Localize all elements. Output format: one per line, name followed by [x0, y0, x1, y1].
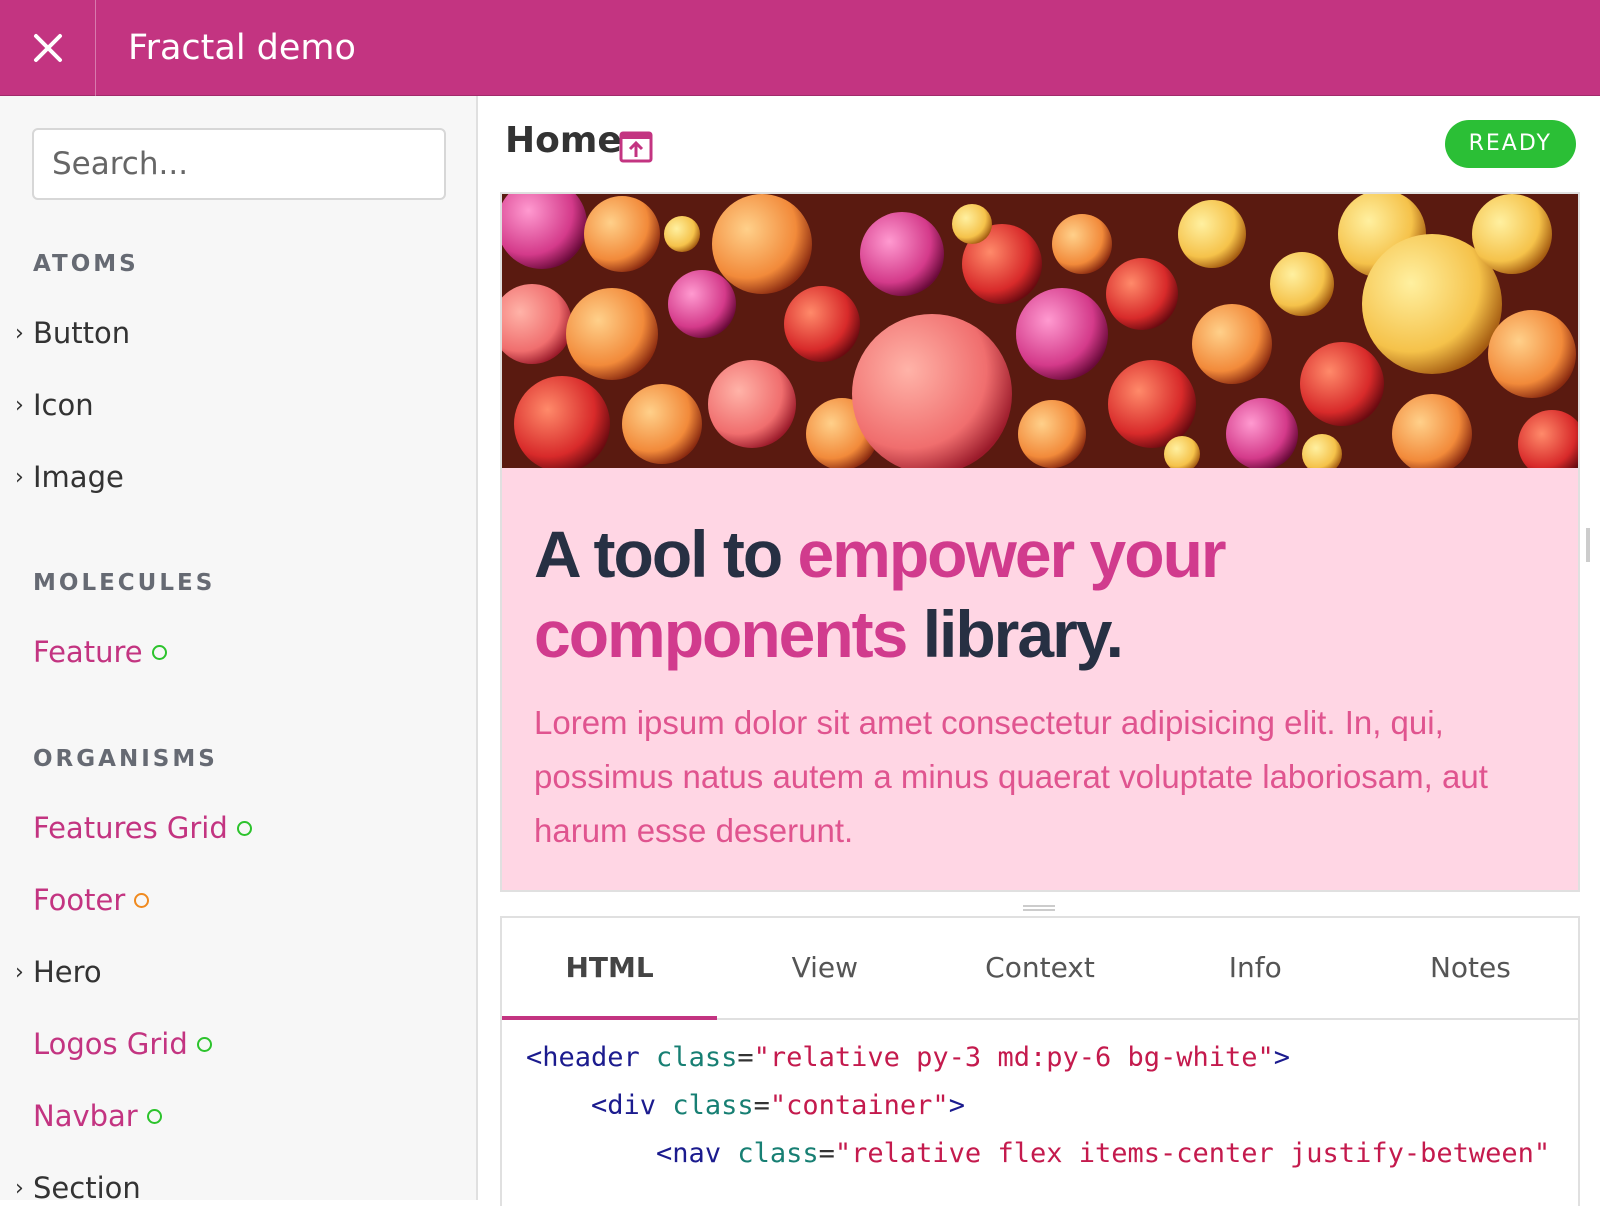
- sidebar-item-label: Icon: [33, 388, 94, 422]
- hero-body-text: Lorem ipsum dolor sit amet consectetur a…: [534, 704, 1488, 849]
- sidebar-item-hero[interactable]: › Hero: [15, 955, 102, 989]
- sidebar: ATOMS › Button › Icon › Image MOLECULES …: [0, 96, 478, 1200]
- close-icon: [33, 34, 62, 62]
- sidebar-item-label: Footer: [33, 883, 126, 917]
- preview-resize-handle[interactable]: [1023, 905, 1055, 911]
- code-line: <header class="relative py-3 md:py-6 bg-…: [526, 1042, 1291, 1073]
- code-view: <header class="relative py-3 md:py-6 bg-…: [526, 1034, 1550, 1178]
- chevron-right-icon: ›: [15, 464, 24, 490]
- chevron-right-icon: ›: [15, 392, 24, 418]
- hero-heading-part2: library.: [906, 597, 1124, 671]
- main-panel: Home READY A tool to empower your compon…: [480, 96, 1600, 1206]
- tab-view[interactable]: View: [717, 918, 932, 1018]
- sidebar-item-label: Button: [33, 316, 131, 350]
- sidebar-item-label: Logos Grid: [33, 1027, 188, 1061]
- sidebar-item-navbar[interactable]: Navbar: [33, 1099, 162, 1133]
- search-input[interactable]: [32, 128, 446, 200]
- status-wip-icon: [134, 892, 150, 908]
- status-ready-icon: [236, 820, 252, 836]
- code-line: <nav class="relative flex items-center j…: [656, 1138, 1551, 1169]
- tab-context[interactable]: Context: [932, 918, 1147, 1018]
- tab-info[interactable]: Info: [1148, 918, 1363, 1018]
- hero-heading-part1: A tool to: [534, 517, 798, 591]
- chevron-right-icon: ›: [15, 320, 24, 346]
- page-title: Home: [505, 120, 622, 161]
- sidebar-item-label: Feature: [33, 635, 143, 669]
- code-line: <div class="container">: [591, 1090, 965, 1121]
- app-title: Fractal demo: [128, 28, 356, 68]
- section-title-atoms: ATOMS: [33, 251, 139, 277]
- sidebar-item-features-grid[interactable]: Features Grid: [33, 811, 252, 845]
- sidebar-item-logos-grid[interactable]: Logos Grid: [33, 1027, 212, 1061]
- status-ready-icon: [196, 1036, 212, 1052]
- status-ready-icon: [151, 644, 167, 660]
- section-title-molecules: MOLECULES: [33, 570, 216, 596]
- open-in-new-window-icon[interactable]: [619, 131, 653, 163]
- status-badge: READY: [1444, 120, 1576, 168]
- hero-image: [502, 194, 1578, 468]
- sidebar-item-icon[interactable]: › Icon: [15, 388, 94, 422]
- sidebar-item-feature[interactable]: Feature: [33, 635, 167, 669]
- sidebar-item-label: Features Grid: [33, 811, 228, 845]
- chevron-right-icon: ›: [15, 959, 24, 985]
- tab-bar: HTML View Context Info Notes: [502, 918, 1578, 1020]
- tab-notes[interactable]: Notes: [1363, 918, 1578, 1018]
- section-title-organisms: ORGANISMS: [33, 746, 218, 772]
- app-header: Fractal demo: [0, 0, 1600, 96]
- chevron-right-icon: ›: [15, 1175, 24, 1201]
- status-ready-icon: [146, 1108, 162, 1124]
- code-panel: HTML View Context Info Notes <header cla…: [500, 916, 1580, 1206]
- preview-width-resize-handle[interactable]: [1586, 528, 1590, 562]
- tab-html[interactable]: HTML: [502, 918, 718, 1020]
- component-preview: A tool to empower your components librar…: [500, 192, 1580, 892]
- sidebar-item-button[interactable]: › Button: [15, 316, 131, 350]
- sidebar-item-label: Image: [33, 460, 124, 494]
- sidebar-item-footer[interactable]: Footer: [33, 883, 150, 917]
- sidebar-item-label: Navbar: [33, 1099, 138, 1133]
- sidebar-item-label: Section: [33, 1171, 141, 1200]
- sidebar-item-label: Hero: [33, 955, 102, 989]
- sidebar-item-section[interactable]: › Section: [15, 1171, 141, 1200]
- hero-heading: A tool to empower your components librar…: [534, 514, 1534, 674]
- close-button[interactable]: [0, 0, 96, 96]
- sidebar-item-image[interactable]: › Image: [15, 460, 124, 494]
